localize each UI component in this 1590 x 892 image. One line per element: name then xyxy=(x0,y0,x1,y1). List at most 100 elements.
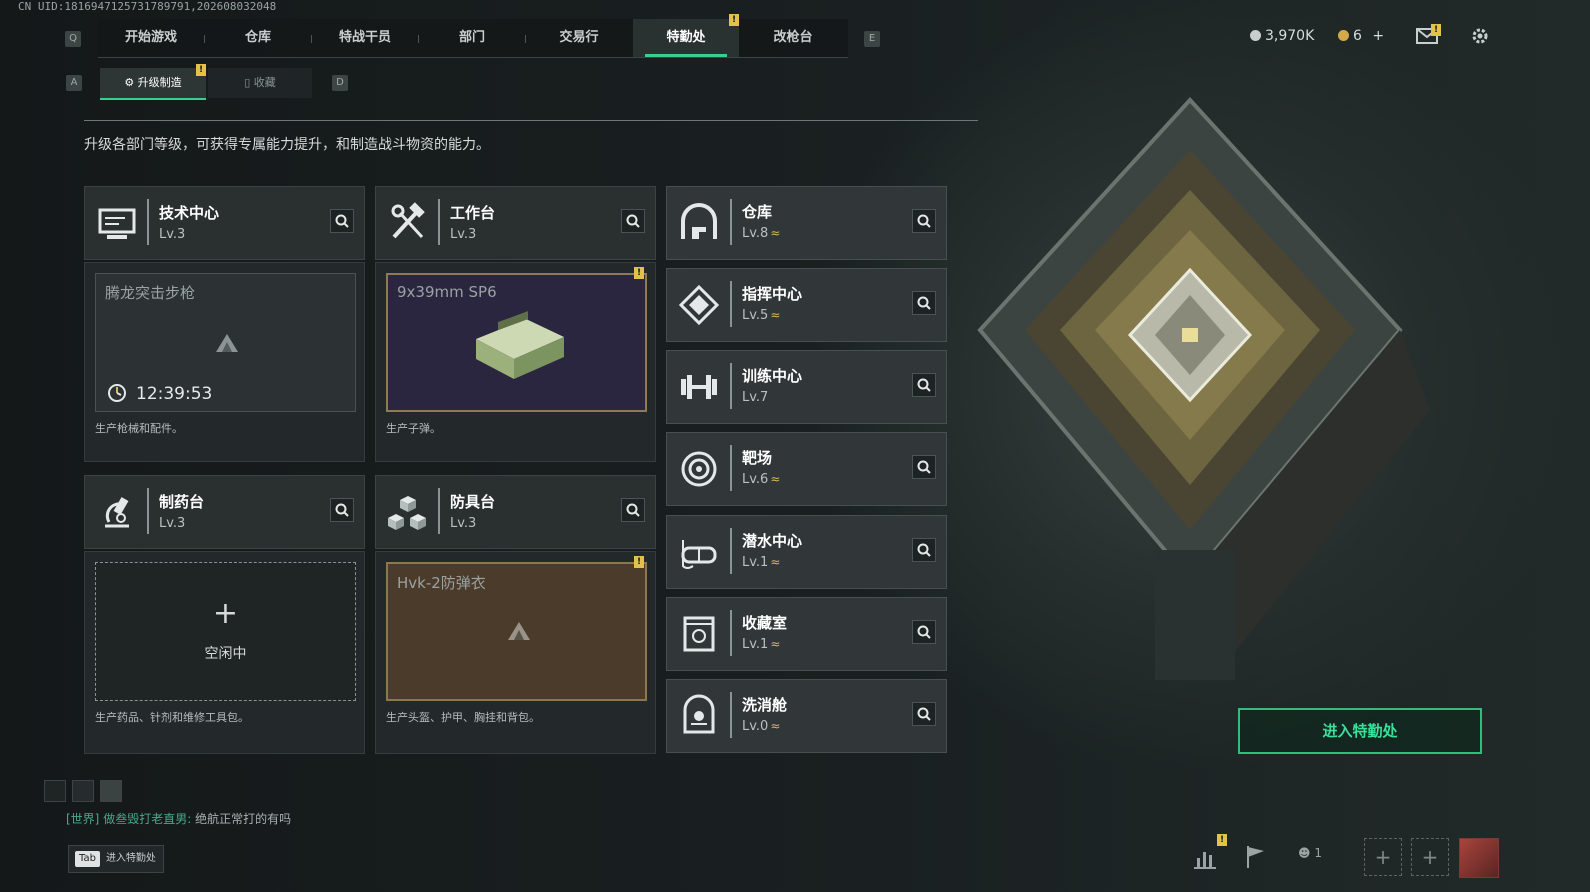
search-icon[interactable] xyxy=(912,373,936,397)
page-description: 升级各部门等级，可获得专属能力提升，和制造战斗物资的能力。 xyxy=(84,137,490,153)
facility-name: 靶场 xyxy=(742,449,773,467)
facility-name: 洗消舱 xyxy=(742,696,788,714)
add-production-icon: + xyxy=(212,596,239,631)
quick-slot[interactable] xyxy=(44,780,66,802)
item-placeholder-icon xyxy=(216,334,238,352)
search-icon[interactable] xyxy=(912,538,936,562)
player-avatar[interactable] xyxy=(1459,838,1499,878)
party-icon: ☻ xyxy=(1298,846,1311,860)
search-icon[interactable] xyxy=(330,498,354,522)
nav-next-key-hint: E xyxy=(864,31,880,47)
search-icon[interactable] xyxy=(912,291,936,315)
facility-card-training-center[interactable]: 训练中心 Lv.7 xyxy=(666,350,947,424)
idle-status: 空闲中 xyxy=(204,646,247,662)
hazmat-icon xyxy=(683,694,715,734)
collection-icon xyxy=(683,616,715,652)
facility-name: 指挥中心 xyxy=(742,285,803,303)
production-item-name: 腾龙突击步枪 xyxy=(105,284,196,302)
upgrade-available-icon: ≈ xyxy=(770,555,781,569)
subtab-collection[interactable]: ▯ 收藏 xyxy=(208,68,312,98)
tab-special-ops-label: 特勤处 xyxy=(666,30,706,45)
facility-card-command-center[interactable]: 指挥中心 Lv.5 ≈ xyxy=(666,268,947,342)
facility-level: Lv.6 ≈ xyxy=(742,472,781,487)
chat-message: 绝航正常打的有吗 xyxy=(195,812,292,826)
production-panel-tech-center[interactable]: 腾龙突击步枪 12:39:53 生产枪械和配件。 xyxy=(84,262,365,462)
settings-gear-icon[interactable] xyxy=(1470,26,1490,46)
dept-card-workbench[interactable]: 工作台 Lv.3 xyxy=(375,186,656,260)
facility-level: Lv.1 ≈ xyxy=(742,637,781,652)
search-icon[interactable] xyxy=(912,620,936,644)
search-icon[interactable] xyxy=(912,702,936,726)
search-icon[interactable] xyxy=(330,209,354,233)
upgrade-icon: ⚙ xyxy=(124,76,138,89)
party-members[interactable]: ☻ 1 xyxy=(1298,846,1322,860)
facility-card-warehouse[interactable]: 仓库 Lv.8 ≈ xyxy=(666,186,947,260)
coin-balance[interactable]: 3,970K xyxy=(1250,28,1314,44)
upgrade-available-icon: ≈ xyxy=(770,472,781,486)
tab-start-game[interactable]: 开始游戏 xyxy=(98,19,204,57)
facility-card-collection-room[interactable]: 收藏室 Lv.1 ≈ xyxy=(666,597,947,671)
production-timer: 12:39:53 xyxy=(136,384,213,404)
chat-user[interactable]: 做叁毁打老直男: xyxy=(103,812,191,826)
tab-operators[interactable]: 特战干员 xyxy=(312,19,418,57)
dept-description: 生产药品、针剂和维修工具包。 xyxy=(95,711,249,724)
tab-trading[interactable]: 交易行 xyxy=(526,19,632,57)
tab-shortcut-hint[interactable]: Tab 进入特勤处 xyxy=(68,845,164,873)
ticket-balance[interactable]: 6 + xyxy=(1338,28,1384,44)
add-party-slot-button[interactable]: + xyxy=(1411,838,1449,876)
tab-departments[interactable]: 部门 xyxy=(419,19,525,57)
microscope-icon xyxy=(105,497,129,528)
dept-level: Lv.3 xyxy=(450,516,477,531)
flag-icon[interactable] xyxy=(1238,840,1272,874)
hammer-wrench-icon xyxy=(391,202,425,239)
search-icon[interactable] xyxy=(621,209,645,233)
nav-prev-key-hint: Q xyxy=(65,31,81,47)
facility-name: 潜水中心 xyxy=(742,532,803,550)
production-item-name: 9x39mm SP6 xyxy=(397,283,497,301)
subtab-next-key-hint: D xyxy=(332,75,348,91)
search-icon[interactable] xyxy=(912,209,936,233)
dept-card-armor-bench[interactable]: 防具台 Lv.3 xyxy=(375,475,656,549)
facility-card-decontamination[interactable]: 洗消舱 Lv.0 ≈ xyxy=(666,679,947,753)
upgrade-available-icon: ≈ xyxy=(770,637,781,651)
tab-warehouse[interactable]: 仓库 xyxy=(205,19,311,57)
production-panel-workbench[interactable]: 9x39mm SP6 ! 生产子弹。 xyxy=(375,262,656,462)
add-currency-button[interactable]: + xyxy=(1372,28,1384,44)
subtab-prev-key-hint: A xyxy=(66,75,82,91)
production-slot[interactable]: 腾龙突击步枪 12:39:53 xyxy=(95,273,356,412)
enter-special-ops-button[interactable]: 进入特勤处 xyxy=(1238,708,1482,754)
computer-icon xyxy=(98,208,136,239)
production-slot[interactable]: 9x39mm SP6 xyxy=(386,273,647,412)
world-chat-line[interactable]: [世界] 做叁毁打老直男: 绝航正常打的有吗 xyxy=(66,810,291,827)
search-icon[interactable] xyxy=(621,498,645,522)
target-icon xyxy=(681,451,717,487)
facility-level: Lv.8 ≈ xyxy=(742,226,781,241)
production-panel-armor-bench[interactable]: Hvk-2防弹衣 ! 生产头盔、护甲、胸挂和背包。 xyxy=(375,551,656,754)
subtab-upgrade-manufacture[interactable]: ⚙ 升级制造 xyxy=(100,68,206,100)
quick-slot[interactable] xyxy=(72,780,94,802)
ammo-box-icon xyxy=(476,311,564,379)
tab-shortcut-label: 进入特勤处 xyxy=(105,853,156,864)
dept-card-tech-center[interactable]: 技术中心 Lv.3 xyxy=(84,186,365,260)
facility-card-shooting-range[interactable]: 靶场 Lv.6 ≈ xyxy=(666,432,947,506)
facility-level: Lv.1 ≈ xyxy=(742,555,781,570)
mail-alert-badge: ! xyxy=(1431,24,1441,36)
search-icon[interactable] xyxy=(912,455,936,479)
quick-slot[interactable] xyxy=(100,780,122,802)
workbench-alert-badge: ! xyxy=(634,267,644,279)
dept-card-pharmacy[interactable]: 制药台 Lv.3 xyxy=(84,475,365,549)
tab-gunsmith[interactable]: 改枪台 xyxy=(740,19,846,57)
item-placeholder-icon xyxy=(508,622,530,640)
vault-icon xyxy=(681,203,717,239)
upgrade-available-icon: ≈ xyxy=(770,308,781,322)
facility-card-diving-center[interactable]: 潜水中心 Lv.1 ≈ xyxy=(666,515,947,589)
dept-description: 生产头盔、护甲、胸挂和背包。 xyxy=(386,711,540,724)
production-slot[interactable]: Hvk-2防弹衣 xyxy=(386,562,647,701)
production-panel-pharmacy[interactable]: + 空闲中 生产药品、针剂和维修工具包。 xyxy=(84,551,365,754)
upgrade-available-icon: ≈ xyxy=(770,226,781,240)
add-party-slot-button[interactable]: + xyxy=(1364,838,1402,876)
coin-icon xyxy=(1250,30,1261,41)
tab-special-ops[interactable]: 特勤处 xyxy=(633,19,739,57)
upgrade-alert-badge: ! xyxy=(196,64,206,76)
production-slot-idle[interactable]: + 空闲中 xyxy=(95,562,356,701)
